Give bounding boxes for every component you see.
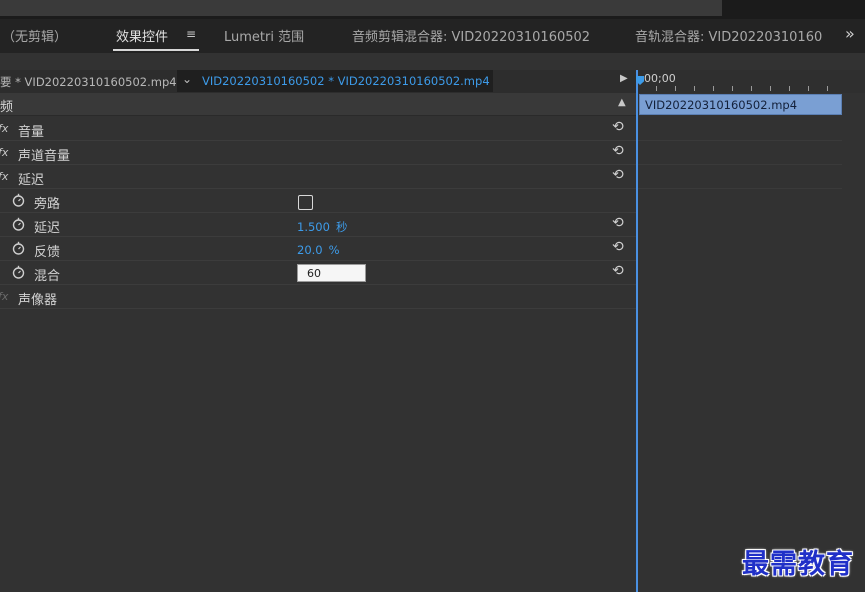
reset-icon[interactable]: ⟲ — [612, 119, 624, 135]
fx-icon[interactable]: fx — [0, 170, 8, 183]
play-triangle-icon[interactable]: ▶ — [620, 73, 628, 84]
timeline-row-line — [638, 164, 842, 165]
fx-icon[interactable]: fx — [0, 146, 8, 159]
delay-value[interactable]: 1.500 秒 — [297, 219, 347, 235]
effect-label: 音量 — [18, 125, 45, 140]
effect-label: 声像器 — [18, 293, 58, 308]
ruler-tick — [675, 86, 676, 91]
param-row-bypass: 旁路 — [0, 189, 636, 213]
stopwatch-icon[interactable] — [12, 193, 25, 207]
active-tab-underline — [113, 49, 199, 51]
window-top-strip — [0, 0, 865, 19]
master-clip-label[interactable]: 要 * VID20220310160502.mp4 — [0, 74, 177, 90]
effect-row-volume[interactable]: fx 音量 ⟲ — [0, 117, 636, 141]
tab-audio-track-mixer[interactable]: 音轨混合器: VID20220310160 — [635, 26, 822, 45]
ruler-tick — [827, 86, 828, 91]
collapse-triangle-icon[interactable]: ▲ — [618, 97, 626, 108]
ruler-tick — [751, 86, 752, 91]
param-label: 反馈 — [34, 245, 61, 260]
chevron-down-icon[interactable]: ⌄ — [182, 72, 192, 86]
reset-icon[interactable]: ⟲ — [612, 167, 624, 183]
ruler-tick — [694, 86, 695, 91]
playhead-line[interactable] — [636, 70, 638, 592]
delay-unit: 秒 — [335, 220, 348, 234]
fx-icon[interactable]: fx — [0, 290, 8, 303]
delay-number[interactable]: 1.500 — [297, 220, 330, 234]
panel-tab-bar: （无剪辑） 效果控件 ≡ Lumetri 范围 音频剪辑混合器: VID2022… — [0, 19, 865, 53]
section-label: 频 — [0, 100, 14, 115]
ruler-tick — [770, 86, 771, 91]
stopwatch-icon[interactable] — [12, 217, 25, 231]
feedback-value[interactable]: 20.0% — [297, 243, 340, 257]
effect-row-channel-volume[interactable]: fx 声道音量 ⟲ — [0, 141, 636, 165]
clip-name: VID20220310160502.mp4 — [645, 98, 798, 112]
fx-icon[interactable]: fx — [0, 122, 8, 135]
ruler-tick — [789, 86, 790, 91]
ruler-tick — [656, 86, 657, 91]
feedback-number[interactable]: 20.0 — [297, 243, 323, 257]
sequence-clip-label[interactable]: VID20220310160502 * VID20220310160502.mp… — [202, 74, 490, 88]
timeline-row-line — [638, 188, 842, 189]
timeline-clip[interactable]: VID20220310160502.mp4 — [639, 94, 842, 115]
hamburger-icon[interactable]: ≡ — [186, 27, 196, 41]
bypass-checkbox[interactable] — [298, 195, 313, 210]
tab-no-clip[interactable]: （无剪辑） — [2, 26, 67, 45]
effect-label: 声道音量 — [18, 149, 71, 164]
feedback-unit: % — [328, 243, 340, 257]
reset-icon[interactable]: ⟲ — [612, 239, 624, 255]
tab-audio-clip-mixer[interactable]: 音频剪辑混合器: VID20220310160502 — [352, 26, 590, 45]
param-row-mix: 混合 60 ⟲ — [0, 261, 636, 285]
param-label: 延迟 — [34, 221, 61, 236]
effect-row-delay[interactable]: fx 延迟 ⟲ — [0, 165, 636, 189]
timecode-label: 00;00 — [644, 72, 676, 85]
double-chevron-right-icon[interactable]: » — [845, 24, 855, 43]
param-label: 旁路 — [34, 197, 61, 212]
stopwatch-icon[interactable] — [12, 241, 25, 255]
mix-input[interactable]: 60 — [297, 264, 366, 282]
effect-label: 延迟 — [18, 173, 45, 188]
ruler-tick — [713, 86, 714, 91]
reset-icon[interactable]: ⟲ — [612, 263, 624, 279]
param-row-feedback: 反馈 20.0% ⟲ — [0, 237, 636, 261]
reset-icon[interactable]: ⟲ — [612, 143, 624, 159]
clip-selector-row: 要 * VID20220310160502.mp4 ⌄ VID202203101… — [0, 70, 636, 93]
watermark: 最需教育 — [742, 549, 854, 580]
stopwatch-icon[interactable] — [12, 265, 25, 279]
ruler-tick — [808, 86, 809, 91]
tab-effect-controls[interactable]: 效果控件 — [116, 26, 168, 45]
effect-row-panner[interactable]: fx 声像器 — [0, 285, 636, 309]
param-label: 混合 — [34, 269, 61, 284]
tab-lumetri-scopes[interactable]: Lumetri 范围 — [224, 26, 304, 45]
ruler-tick — [732, 86, 733, 91]
param-row-delay: 延迟 1.500 秒 ⟲ — [0, 213, 636, 237]
window-top-bar — [0, 0, 722, 16]
timeline-row-line — [638, 140, 842, 141]
audio-section-header[interactable]: 频 ▲ — [0, 93, 636, 116]
reset-icon[interactable]: ⟲ — [612, 215, 624, 231]
